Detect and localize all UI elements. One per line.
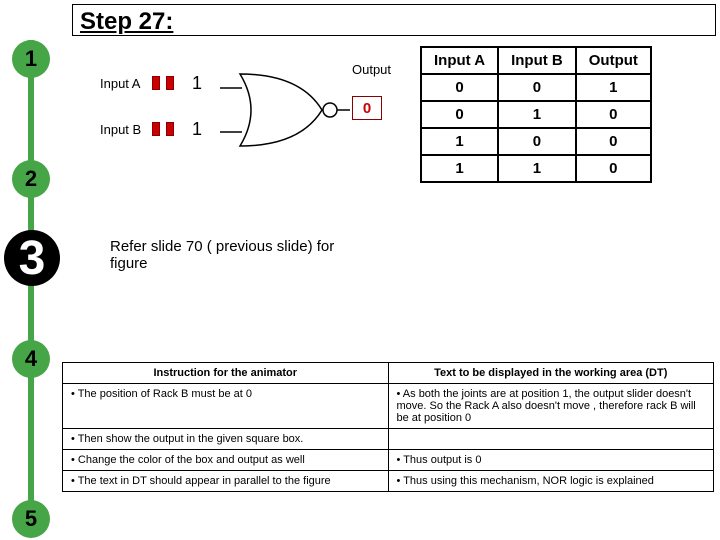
dt-cell: • Thus output is 0 xyxy=(388,450,714,471)
step-bullet-1: 1 xyxy=(12,40,50,78)
truth-cell: 0 xyxy=(576,128,651,155)
truth-cell: 1 xyxy=(421,128,498,155)
input-b-label: Input B xyxy=(100,122,150,137)
inputs-block: Input A 1 Input B 1 xyxy=(100,68,202,160)
instruction-cell: • Change the color of the box and output… xyxy=(63,450,389,471)
truth-cell: 1 xyxy=(421,155,498,182)
step-bullet-3: 3 xyxy=(4,230,60,286)
th-instruction: Instruction for the animator xyxy=(63,363,389,384)
step-title: Step 27: xyxy=(80,8,173,36)
input-a-label: Input A xyxy=(100,76,150,91)
refer-note: Refer slide 70 ( previous slide) for fig… xyxy=(110,238,370,272)
truth-cell: 0 xyxy=(576,101,651,128)
truth-cell: 0 xyxy=(421,101,498,128)
truth-cell: 0 xyxy=(498,74,576,101)
output-label: Output xyxy=(352,62,391,77)
output-value-box: 0 xyxy=(352,96,382,120)
th-b: Input B xyxy=(498,47,576,74)
th-a: Input A xyxy=(421,47,498,74)
dt-cell: • Thus using this mechanism, NOR logic i… xyxy=(388,471,714,492)
instruction-cell: • The text in DT should appear in parall… xyxy=(63,471,389,492)
input-b-bit: 1 xyxy=(192,119,202,140)
led-b xyxy=(150,122,176,136)
truth-cell: 0 xyxy=(498,128,576,155)
dt-cell xyxy=(388,429,714,450)
input-b-row: Input B 1 xyxy=(100,114,202,144)
step-bullet-4: 4 xyxy=(12,340,50,378)
truth-cell: 1 xyxy=(498,101,576,128)
step-bullet-5: 5 xyxy=(12,500,50,538)
truth-cell: 1 xyxy=(576,74,651,101)
instruction-cell: • The position of Rack B must be at 0 xyxy=(63,384,389,429)
dt-cell: • As both the joints are at position 1, … xyxy=(388,384,714,429)
th-dt: Text to be displayed in the working area… xyxy=(388,363,714,384)
input-a-row: Input A 1 xyxy=(100,68,202,98)
th-out: Output xyxy=(576,47,651,74)
step-bullet-2: 2 xyxy=(12,160,50,198)
instruction-cell: • Then show the output in the given squa… xyxy=(63,429,389,450)
truth-cell: 0 xyxy=(421,74,498,101)
truth-cell: 1 xyxy=(498,155,576,182)
truth-cell: 0 xyxy=(576,155,651,182)
gate-area: Output 0 xyxy=(220,60,410,170)
instruction-table: Instruction for the animator Text to be … xyxy=(62,362,714,492)
led-a xyxy=(150,76,176,90)
input-a-bit: 1 xyxy=(192,73,202,94)
truth-table: Input A Input B Output 001010100110 xyxy=(420,46,652,183)
